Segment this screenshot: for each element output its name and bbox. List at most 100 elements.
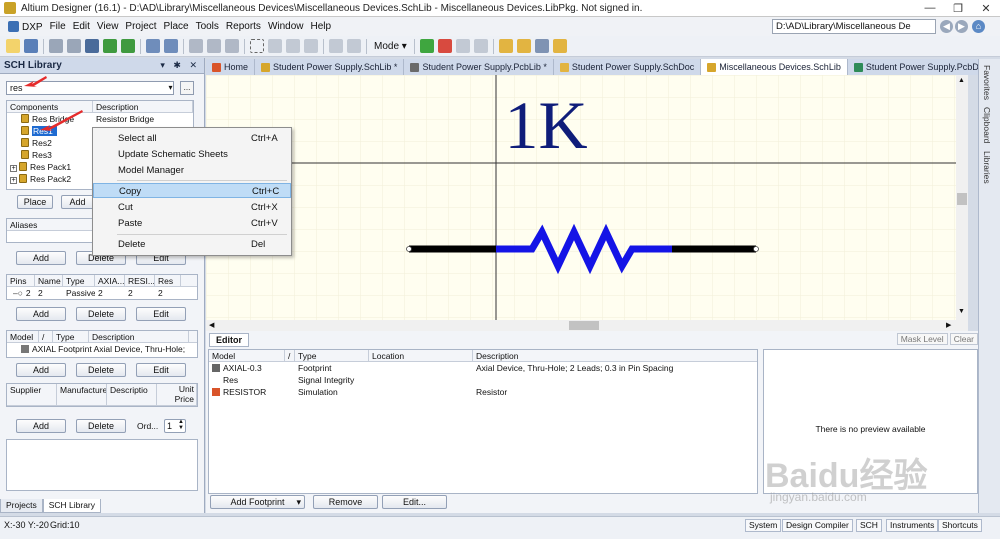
next-part-icon[interactable] bbox=[473, 39, 488, 53]
pins-header[interactable]: Pins bbox=[7, 275, 35, 286]
description-header[interactable]: Description bbox=[93, 101, 193, 112]
scroll-down-icon[interactable]: ▼ bbox=[958, 308, 965, 315]
supplier-delete-button[interactable]: Delete bbox=[76, 419, 126, 433]
menu-item-delete[interactable]: Delete Del bbox=[93, 237, 291, 252]
drawing-tools-icon[interactable] bbox=[516, 39, 531, 53]
save-icon[interactable] bbox=[24, 39, 38, 53]
menu-edit[interactable]: Edit bbox=[73, 21, 97, 32]
tab-home[interactable]: Home bbox=[206, 59, 256, 75]
menu-view[interactable]: View bbox=[97, 21, 126, 32]
stepper-arrows-icon[interactable]: ▲ ▼ bbox=[178, 419, 184, 431]
home-icon[interactable]: ⌂ bbox=[972, 20, 985, 33]
tab-clipboard[interactable]: Clipboard bbox=[982, 107, 992, 143]
horizontal-scroll-thumb[interactable] bbox=[569, 321, 599, 330]
clear-button[interactable]: Clear bbox=[949, 333, 978, 345]
undo-icon[interactable] bbox=[329, 39, 343, 53]
menu-item-update-schematic-sheets[interactable]: Update Schematic Sheets bbox=[93, 147, 291, 162]
canvas-vertical-scrollbar[interactable]: ▲ ▼ bbox=[956, 75, 968, 320]
model-add-button[interactable]: Add bbox=[16, 363, 66, 377]
supplier-header[interactable]: Supplier bbox=[7, 384, 57, 406]
tab-sch-library[interactable]: SCH Library bbox=[42, 499, 102, 513]
table-row[interactable]: Res Signal Integrity bbox=[209, 374, 757, 386]
library-icon[interactable] bbox=[552, 39, 567, 53]
sort-column-header[interactable]: / bbox=[285, 350, 295, 361]
model-edit-button[interactable]: Edit bbox=[136, 363, 186, 377]
path-field[interactable]: D:\AD\Library\Miscellaneous De bbox=[772, 19, 936, 34]
table-row[interactable]: RESISTOR Simulation Resistor bbox=[209, 386, 757, 398]
tab-student-pcblib[interactable]: Student Power Supply.PcbLib * bbox=[404, 59, 554, 75]
zoom-out-icon[interactable] bbox=[164, 39, 178, 53]
open-folder-icon[interactable] bbox=[6, 39, 20, 53]
type-header[interactable]: Type bbox=[63, 275, 95, 286]
redo-icon[interactable] bbox=[347, 39, 361, 53]
menu-item-model-manager[interactable]: Model Manager bbox=[93, 163, 291, 178]
zoom-fit-icon[interactable] bbox=[103, 39, 117, 53]
menu-window[interactable]: Window bbox=[268, 21, 311, 32]
minimize-button[interactable]: — bbox=[916, 0, 944, 16]
menu-help[interactable]: Help bbox=[311, 21, 339, 32]
panel-pin-controls[interactable]: ▾ ✱ ✕ bbox=[160, 60, 204, 71]
pin-delete-button[interactable]: Delete bbox=[76, 307, 126, 321]
supplier-add-button[interactable]: Add bbox=[16, 419, 66, 433]
remove-model-button[interactable]: Remove bbox=[313, 495, 378, 509]
print-preview-icon[interactable] bbox=[67, 39, 81, 53]
status-shortcuts-button[interactable]: Shortcuts bbox=[938, 519, 982, 532]
tab-projects[interactable]: Projects bbox=[0, 499, 43, 513]
menu-project[interactable]: Project bbox=[125, 21, 163, 32]
tab-misc-devices-schlib[interactable]: Miscellaneous Devices.SchLib bbox=[701, 59, 848, 75]
tab-student-pcbdoc[interactable]: Student Power Supply.PcbDoc bbox=[848, 59, 996, 75]
filter-more-button[interactable]: ... bbox=[180, 81, 194, 95]
mask-level-button[interactable]: Mask Level bbox=[896, 333, 948, 345]
print-icon[interactable] bbox=[49, 39, 63, 53]
status-instruments-button[interactable]: Instruments bbox=[886, 519, 939, 532]
pin-edit-button[interactable]: Edit bbox=[136, 307, 186, 321]
table-row[interactable]: AXIAL-0.3 Footprint Axial Device, Thru-H… bbox=[209, 362, 757, 374]
deselect-icon[interactable] bbox=[304, 39, 318, 53]
zoom-area-icon[interactable] bbox=[121, 39, 135, 53]
expand-icon[interactable]: + bbox=[10, 165, 17, 172]
type-header[interactable]: Type bbox=[53, 331, 89, 342]
pin-add-button[interactable]: Add bbox=[16, 307, 66, 321]
model-column-header[interactable]: Model bbox=[209, 350, 285, 361]
menu-file[interactable]: File bbox=[50, 21, 73, 32]
table-row[interactable]: AXIAL Footprint Axial Device, Thru-Hole; bbox=[7, 343, 197, 355]
status-design-compiler-button[interactable]: Design Compiler bbox=[782, 519, 853, 532]
select-icon[interactable] bbox=[286, 39, 300, 53]
close-button[interactable]: ✕ bbox=[972, 0, 1000, 16]
layers-icon[interactable] bbox=[85, 39, 99, 53]
tab-libraries[interactable]: Libraries bbox=[982, 151, 992, 184]
paste-icon[interactable] bbox=[225, 39, 239, 53]
menu-tools[interactable]: Tools bbox=[196, 21, 226, 32]
grid-icon[interactable] bbox=[534, 39, 549, 53]
add-footprint-button[interactable]: Add Footprint ▾ bbox=[210, 495, 305, 509]
schematic-canvas[interactable]: 1K bbox=[206, 75, 956, 320]
supplier-description-header[interactable]: Descriptio bbox=[107, 384, 157, 406]
scroll-right-icon[interactable]: ▶ bbox=[946, 321, 951, 329]
move-icon[interactable] bbox=[268, 39, 282, 53]
tab-student-schdoc[interactable]: Student Power Supply.SchDoc bbox=[554, 59, 702, 75]
mode-dropdown[interactable]: Mode ▾ bbox=[374, 41, 407, 52]
zoom-in-icon[interactable] bbox=[146, 39, 160, 53]
location-column-header[interactable]: Location bbox=[369, 350, 473, 361]
maximize-button[interactable]: ❐ bbox=[944, 0, 972, 16]
vertical-scroll-thumb[interactable] bbox=[957, 193, 967, 205]
back-icon[interactable]: ◀ bbox=[940, 20, 953, 33]
order-quantity-stepper[interactable]: 1 ▲ ▼ bbox=[164, 419, 186, 433]
menu-item-select-all[interactable]: Select all Ctrl+A bbox=[93, 131, 291, 146]
scroll-up-icon[interactable]: ▲ bbox=[958, 77, 965, 84]
copy-icon[interactable] bbox=[207, 39, 221, 53]
resi-header[interactable]: RESI... bbox=[125, 275, 155, 286]
place-button[interactable]: Place bbox=[17, 195, 53, 209]
add-part-icon[interactable] bbox=[419, 39, 434, 53]
comment-text-1k[interactable]: 1K bbox=[504, 87, 587, 163]
menu-reports[interactable]: Reports bbox=[226, 21, 268, 32]
status-system-button[interactable]: System bbox=[745, 519, 782, 532]
expand-icon[interactable]: + bbox=[10, 177, 17, 184]
unit-price-header[interactable]: Unit Price bbox=[157, 384, 197, 406]
add-component-button[interactable]: Add bbox=[61, 195, 94, 209]
tab-student-schlib[interactable]: Student Power Supply.SchLib * bbox=[255, 59, 405, 75]
menu-dxp[interactable]: DXP bbox=[0, 20, 50, 33]
sort-header[interactable]: / bbox=[39, 331, 53, 342]
description-column-header[interactable]: Description bbox=[473, 350, 757, 361]
chevron-down-icon[interactable]: ▾ bbox=[296, 496, 301, 508]
